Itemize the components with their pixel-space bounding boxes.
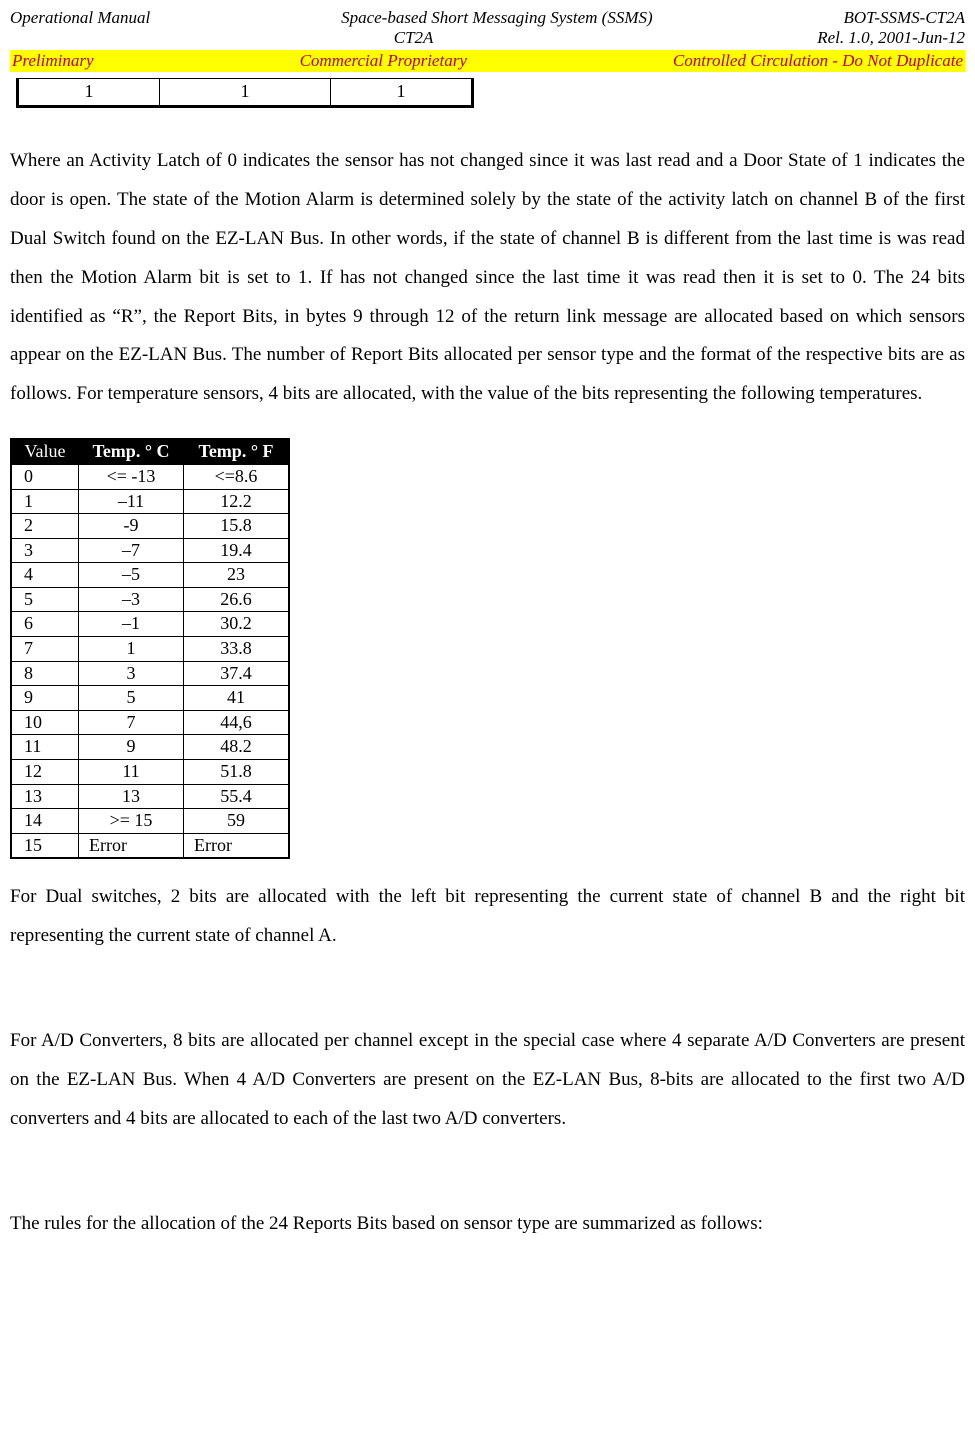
table-header-row: Value Temp. ° C Temp. ° F [11,439,289,464]
temperature-table: Value Temp. ° C Temp. ° F 0<= -13<=8.61–… [10,438,290,859]
cell-temp-f: 15.8 [184,514,290,539]
cell-temp-f: 30.2 [184,612,290,637]
cell-value: 4 [11,563,79,588]
bit-state-table: 1 1 1 [16,78,474,108]
table-row: 11948.2 [11,735,289,760]
banner-left: Preliminary [12,51,94,71]
cell-temp-f: 12.2 [184,489,290,514]
banner-center: Commercial Proprietary [94,51,673,71]
cell-temp-c: –1 [79,612,184,637]
header-center-2: CT2A [10,28,817,48]
cell-temp-c: 5 [79,686,184,711]
header-center: Space-based Short Messaging System (SSMS… [150,8,843,28]
cell-temp-f: 41 [184,686,290,711]
cell-value: 8 [11,661,79,686]
table-row: 4–523 [11,563,289,588]
header-banner: Preliminary Commercial Proprietary Contr… [10,50,965,72]
cell-temp-c: 13 [79,784,184,809]
cell-value: 13 [11,784,79,809]
cell-value: 10 [11,710,79,735]
cell-temp-f: 23 [184,563,290,588]
cell-value: 3 [11,538,79,563]
cell-activity-latch: 1 [18,79,160,107]
cell-temp-f: 48.2 [184,735,290,760]
paragraph-3: For A/D Converters, 8 bits are allocated… [10,1022,965,1139]
col-header-temp-f: Temp. ° F [184,439,290,464]
cell-temp-f: Error [184,833,290,858]
cell-value: 1 [11,489,79,514]
paragraph-4: The rules for the allocation of the 24 R… [10,1205,965,1244]
cell-value: 12 [11,760,79,785]
cell-value: 14 [11,809,79,834]
cell-value: 0 [11,464,79,489]
table-row: 131355.4 [11,784,289,809]
table-row: 5–326.6 [11,587,289,612]
cell-temp-c: 11 [79,760,184,785]
cell-temp-f: 44,6 [184,710,290,735]
cell-value: 9 [11,686,79,711]
header-row-1: Operational Manual Space-based Short Mes… [10,8,965,28]
header-right: BOT-SSMS-CT2A [843,8,965,28]
paragraph-2: For Dual switches, 2 bits are allocated … [10,878,965,956]
cell-value: 5 [11,587,79,612]
cell-value: 11 [11,735,79,760]
cell-value: 2 [11,514,79,539]
cell-temp-c: -9 [79,514,184,539]
cell-temp-c: 3 [79,661,184,686]
table-row: 3–719.4 [11,538,289,563]
cell-value: 7 [11,637,79,662]
header-right-2: Rel. 1.0, 2001-Jun-12 [817,28,965,48]
cell-temp-f: 19.4 [184,538,290,563]
cell-temp-c: >= 15 [79,809,184,834]
table-row: 9541 [11,686,289,711]
cell-temp-f: 26.6 [184,587,290,612]
table-row: 6–130.2 [11,612,289,637]
cell-temp-c: 7 [79,710,184,735]
cell-temp-f: 55.4 [184,784,290,809]
spacer [10,975,965,1003]
table-row: 8337.4 [11,661,289,686]
cell-temp-c: –5 [79,563,184,588]
table-row: 10744,6 [11,710,289,735]
cell-value: 15 [11,833,79,858]
page-header: Operational Manual Space-based Short Mes… [10,8,965,72]
cell-temp-f: <=8.6 [184,464,290,489]
cell-temp-f: 59 [184,809,290,834]
spacer [10,1158,965,1186]
table-row: 1 1 1 [18,79,473,107]
banner-right: Controlled Circulation - Do Not Duplicat… [673,51,963,71]
col-header-temp-c: Temp. ° C [79,439,184,464]
table-row: 121151.8 [11,760,289,785]
cell-value: 6 [11,612,79,637]
cell-temp-c: 9 [79,735,184,760]
paragraph-1: Where an Activity Latch of 0 indicates t… [10,142,965,415]
cell-door-state: 1 [160,79,331,107]
cell-temp-c: <= -13 [79,464,184,489]
table-row: 0<= -13<=8.6 [11,464,289,489]
cell-motion-alarm: 1 [331,79,473,107]
header-left: Operational Manual [10,8,150,28]
cell-temp-c: 1 [79,637,184,662]
table-row: 15ErrorError [11,833,289,858]
cell-temp-f: 51.8 [184,760,290,785]
table-row: 1–1112.2 [11,489,289,514]
col-header-value: Value [11,439,79,464]
cell-temp-c: –7 [79,538,184,563]
cell-temp-c: –11 [79,489,184,514]
table-row: 7133.8 [11,637,289,662]
cell-temp-f: 33.8 [184,637,290,662]
cell-temp-c: –3 [79,587,184,612]
table-row: 2-915.8 [11,514,289,539]
table-row: 14>= 1559 [11,809,289,834]
cell-temp-c: Error [79,833,184,858]
cell-temp-f: 37.4 [184,661,290,686]
header-row-2: CT2A Rel. 1.0, 2001-Jun-12 [10,28,965,48]
